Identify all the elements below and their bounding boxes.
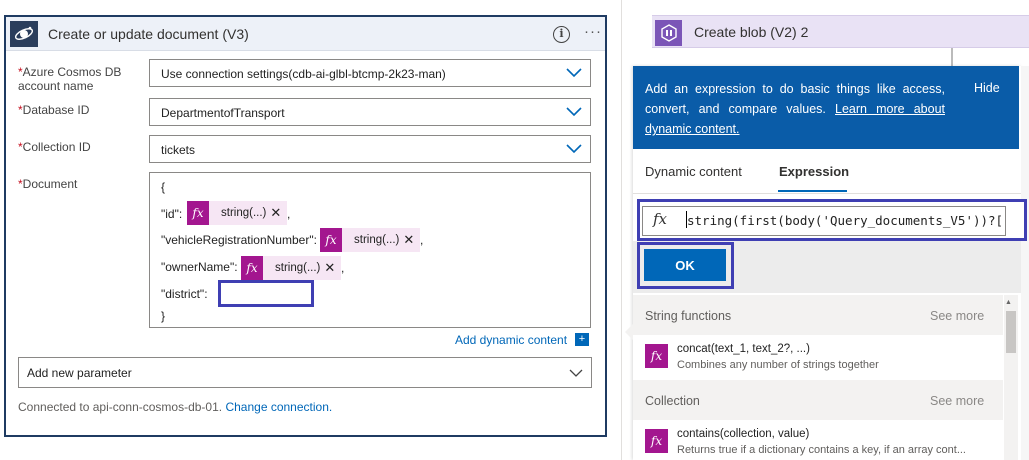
ok-button[interactable]: OK bbox=[644, 249, 726, 281]
cosmos-db-icon bbox=[10, 21, 38, 47]
change-connection-link[interactable]: Change connection. bbox=[225, 400, 332, 414]
fx-icon: fx bbox=[187, 201, 209, 225]
database-id-dropdown[interactable]: DepartmentofTransport bbox=[149, 98, 591, 126]
collection-id-label: *Collection ID bbox=[18, 140, 91, 154]
function-description: Combines any number of strings together bbox=[677, 359, 879, 371]
tab-dynamic-content[interactable]: Dynamic content bbox=[645, 164, 742, 179]
chevron-down-icon bbox=[566, 107, 582, 117]
section-header-collection: Collection See more bbox=[633, 380, 1003, 420]
blob-storage-icon bbox=[655, 20, 682, 46]
comma: , bbox=[341, 261, 345, 275]
expression-value: string(first(body('Query_documents_V5'))… bbox=[687, 213, 1004, 228]
chevron-down-icon bbox=[566, 68, 582, 78]
function-name: concat(text_1, text_2?, ...) bbox=[677, 343, 810, 355]
district-value-input[interactable] bbox=[218, 280, 314, 307]
close-brace: } bbox=[161, 309, 166, 323]
comma: , bbox=[287, 207, 291, 221]
more-options-icon[interactable]: ··· bbox=[584, 23, 602, 40]
fx-icon: fx bbox=[320, 228, 342, 252]
chevron-down-icon bbox=[566, 144, 582, 154]
document-key-district: "district": bbox=[161, 287, 208, 301]
document-key-id: "id": bbox=[161, 207, 183, 221]
connection-info: Connected to api-conn-cosmos-db-01. Chan… bbox=[18, 400, 332, 414]
blob-card-title: Create blob (V2) 2 bbox=[694, 24, 809, 40]
fx-icon: fx bbox=[645, 429, 668, 453]
remove-token-icon[interactable]: ✕ bbox=[270, 205, 287, 221]
fx-icon: fx bbox=[241, 256, 263, 280]
account-name-value: Use connection settings(cdb-ai-glbl-btcm… bbox=[161, 67, 446, 81]
hide-button[interactable]: Hide bbox=[974, 81, 1000, 95]
see-more-link[interactable]: See more bbox=[930, 309, 984, 323]
section-title: String functions bbox=[645, 309, 732, 323]
document-key-vehicle: "vehicleRegistrationNumber": bbox=[161, 233, 317, 247]
chevron-down-icon bbox=[569, 369, 583, 377]
panel-info-text: Add an expression to do basic things lik… bbox=[645, 82, 945, 136]
account-name-dropdown[interactable]: Use connection settings(cdb-ai-glbl-btcm… bbox=[149, 59, 591, 87]
function-description: Returns true if a dictionary contains a … bbox=[677, 444, 966, 456]
see-more-link[interactable]: See more bbox=[930, 394, 984, 408]
expression-token-vehicle[interactable]: fx string(...) ✕ bbox=[320, 228, 421, 252]
divider bbox=[621, 0, 622, 460]
comma: , bbox=[420, 233, 424, 247]
section-title: Collection bbox=[645, 394, 700, 408]
token-label: string(...) bbox=[221, 207, 267, 219]
fx-icon: fx bbox=[645, 344, 668, 368]
tab-divider bbox=[633, 193, 1021, 194]
scroll-up-icon[interactable]: ▲ bbox=[1005, 299, 1012, 306]
section-header-string-functions: String functions See more bbox=[633, 295, 1003, 335]
flow-connector-line bbox=[951, 48, 953, 68]
active-tab-indicator bbox=[778, 190, 847, 192]
scrollbar-thumb[interactable] bbox=[1006, 311, 1016, 353]
add-dynamic-content-link[interactable]: Add dynamic content bbox=[455, 333, 567, 347]
card-header[interactable]: Create or update document (V3) i ··· bbox=[6, 17, 605, 51]
function-name: contains(collection, value) bbox=[677, 428, 810, 440]
panel-edge bbox=[1021, 66, 1029, 460]
expression-token-id[interactable]: fx string(...) ✕ bbox=[187, 201, 288, 225]
document-key-owner: "ownerName": bbox=[161, 260, 238, 274]
collection-id-dropdown[interactable]: tickets bbox=[149, 135, 591, 163]
plus-icon[interactable]: + bbox=[575, 333, 589, 346]
expression-token-owner[interactable]: fx string(...) ✕ bbox=[241, 256, 342, 280]
info-icon[interactable]: i bbox=[553, 26, 570, 43]
document-label: *Document bbox=[18, 177, 78, 191]
remove-token-icon[interactable]: ✕ bbox=[403, 232, 420, 248]
tab-expression[interactable]: Expression bbox=[779, 164, 849, 179]
fx-icon: fx bbox=[653, 210, 668, 228]
database-id-label: *Database ID bbox=[18, 103, 90, 117]
function-item-concat[interactable]: fx concat(text_1, text_2?, ...) Combines… bbox=[633, 335, 1003, 379]
open-brace: { bbox=[161, 180, 166, 194]
collection-id-value: tickets bbox=[161, 143, 196, 157]
function-item-contains[interactable]: fx contains(collection, value) Returns t… bbox=[633, 420, 1003, 460]
remove-token-icon[interactable]: ✕ bbox=[324, 260, 341, 276]
database-id-value: DepartmentofTransport bbox=[161, 106, 285, 120]
card-title: Create or update document (V3) bbox=[48, 26, 249, 42]
add-new-parameter-dropdown[interactable]: Add new parameter bbox=[18, 357, 592, 388]
account-name-label: *Azure Cosmos DB account name bbox=[18, 65, 122, 93]
token-label: string(...) bbox=[275, 262, 321, 274]
token-label: string(...) bbox=[354, 234, 400, 246]
add-new-parameter-label: Add new parameter bbox=[27, 366, 132, 380]
connected-text: Connected to api-conn-cosmos-db-01. bbox=[18, 400, 223, 414]
